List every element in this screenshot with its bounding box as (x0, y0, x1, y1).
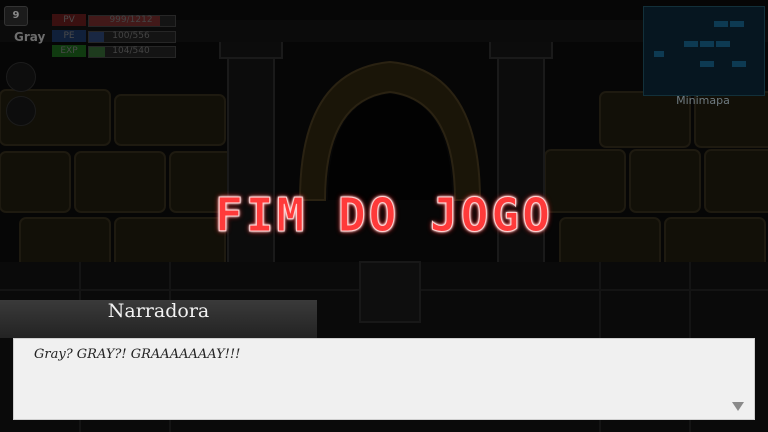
hp-label: PV (52, 14, 86, 26)
minimap-room (684, 41, 698, 47)
mp-value: 100/556 (112, 31, 150, 41)
minimap-room (714, 21, 728, 27)
mp-stat: PE 100/556 (52, 30, 176, 43)
minimap-room (654, 51, 664, 57)
dialogue-box[interactable]: Gray? GRAY?! GRAAAAAAAY!!! (13, 338, 755, 420)
hp-stat: PV 999/1212 (52, 14, 176, 27)
skill-slot-2[interactable] (6, 96, 36, 126)
exp-stat: EXP 104/540 (52, 45, 176, 58)
game-over-title: FIM DO JOGO (215, 188, 553, 243)
speaker-box: Narradora (0, 300, 317, 338)
player-hud: 9 Gray PV 999/1212 PE 100/556 EXP 104/54… (0, 0, 180, 70)
minimap-room (700, 41, 714, 47)
player-name: Gray (14, 30, 46, 44)
exp-label: EXP (52, 45, 86, 57)
minimap[interactable] (643, 6, 765, 96)
exp-value: 104/540 (112, 46, 150, 56)
hp-value: 999/1212 (109, 15, 153, 25)
triangle-down-icon[interactable] (732, 402, 744, 411)
level-badge: 9 (4, 6, 28, 26)
minimap-room (700, 61, 714, 67)
minimap-room (716, 41, 730, 47)
minimap-room (730, 21, 744, 27)
minimap-room (732, 61, 746, 67)
mp-label: PE (52, 30, 86, 42)
skill-slot-1[interactable] (6, 62, 36, 92)
dialogue-text: Gray? GRAY?! GRAAAAAAAY!!! (34, 347, 241, 362)
minimap-label: Minimapa (676, 94, 730, 107)
speaker-name: Narradora (107, 300, 210, 322)
